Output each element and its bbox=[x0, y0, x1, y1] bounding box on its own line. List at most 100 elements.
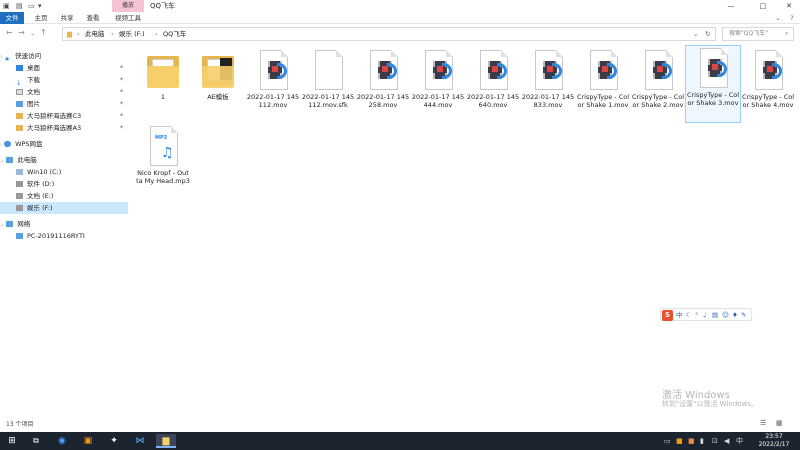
navigation-pane: › ★ 快速访问 桌面 ✦ ↓ 下载 ✦ 文档 ✦ 图片 ✦ 大马狼杯海选赛C3 ✦ 大马狼杯… bbox=[0, 48, 130, 418]
browser-icon[interactable]: ◉ bbox=[52, 434, 72, 448]
tab-view[interactable]: 查看 bbox=[82, 12, 104, 24]
keyboard-icon[interactable]: ▤ bbox=[712, 310, 718, 321]
nav-network-pc[interactable]: PC-20191116RYTI bbox=[0, 230, 128, 242]
nav-wps-cloud[interactable]: › WPS网盘 bbox=[0, 138, 128, 150]
tray-app-icon[interactable]: ■ bbox=[676, 435, 683, 447]
tools-icon[interactable]: ✎ bbox=[741, 310, 746, 321]
quick-access-dropdown[interactable]: ▾ bbox=[38, 1, 42, 11]
search-input[interactable]: 搜索"QQ飞车" ⌕ bbox=[722, 27, 794, 41]
nav-item-documents[interactable]: 文档 ✦ bbox=[0, 86, 128, 98]
file-item[interactable]: 2022-01-17 145444.mov bbox=[411, 48, 465, 109]
file-item[interactable]: 2022-01-17 145258.mov bbox=[356, 48, 410, 109]
file-name: 2022-01-17 145833.mov bbox=[521, 93, 575, 109]
address-dropdown-icon[interactable]: ⌄ bbox=[693, 28, 698, 40]
up-icon[interactable]: ↑ bbox=[40, 28, 47, 37]
folder-icon bbox=[202, 56, 234, 88]
drive-icon bbox=[16, 181, 23, 187]
nav-quick-access[interactable]: › ★ 快速访问 bbox=[0, 50, 128, 63]
file-name: CrispyType - Color Shake 1.mov bbox=[576, 93, 630, 109]
tray-app2-icon[interactable]: ■ bbox=[688, 435, 695, 447]
nav-this-pc[interactable]: ⌄ 此电脑 bbox=[0, 154, 128, 166]
nav-item-desktop[interactable]: 桌面 ✦ bbox=[0, 62, 128, 74]
nav-item-folder-c3[interactable]: 大马狼杯海选赛C3 ✦ bbox=[0, 110, 128, 122]
cloud-icon bbox=[4, 141, 12, 147]
app-icon[interactable]: ▣ bbox=[78, 434, 98, 448]
file-explorer-taskbar-icon[interactable]: ▆ bbox=[156, 434, 176, 448]
file-name: 2022-01-17 145444.mov bbox=[411, 93, 465, 109]
sogou-logo[interactable]: S bbox=[662, 310, 673, 321]
back-icon[interactable]: ← bbox=[6, 28, 13, 37]
mic-icon[interactable]: ♩ bbox=[703, 310, 706, 321]
breadcrumb-qqfeiche[interactable]: QQ飞车 bbox=[163, 28, 186, 40]
video-file-icon bbox=[700, 48, 728, 88]
video-file-icon bbox=[535, 50, 563, 90]
recent-locations-icon[interactable]: ⌄ bbox=[30, 30, 35, 37]
tray-keyboard-icon[interactable]: ▭ bbox=[664, 435, 671, 447]
title-bar: ▣ ▤ ▭ ▾ 播放 QQ飞车 — □ ✕ bbox=[0, 0, 800, 12]
file-item[interactable]: 2022-01-17 145833.mov bbox=[521, 48, 575, 109]
skin-icon[interactable]: ♦ bbox=[732, 310, 738, 321]
nav-drive-f[interactable]: 娱乐 (F:) bbox=[0, 202, 128, 214]
help-icon[interactable]: ? bbox=[786, 12, 798, 24]
file-item[interactable]: CrispyType - Color Shake 2.mov bbox=[631, 48, 685, 109]
task-view-icon[interactable]: ⧉ bbox=[26, 434, 46, 448]
user-icon[interactable]: ☺ bbox=[722, 310, 729, 321]
file-item[interactable]: 2022-01-17 145640.mov bbox=[466, 48, 520, 109]
address-field[interactable]: ▆ › 此电脑 › 娱乐 (F:) › QQ飞车 ⌄ ↻ bbox=[62, 27, 716, 41]
ribbon-expand-icon[interactable]: ⌄ bbox=[772, 12, 784, 24]
refresh-icon[interactable]: ↻ bbox=[705, 28, 710, 40]
file-item-selected[interactable]: CrispyType - Color Shake 3.mov bbox=[685, 45, 741, 123]
nav-drive-e[interactable]: 文档 (E:) bbox=[0, 190, 128, 202]
nav-drive-d[interactable]: 软件 (D:) bbox=[0, 178, 128, 190]
tray-language[interactable]: 中 bbox=[736, 435, 743, 447]
maximize-button[interactable]: □ bbox=[752, 0, 774, 12]
taskbar-clock[interactable]: 23:57 2022/2/17 bbox=[750, 433, 798, 449]
forward-icon[interactable]: → bbox=[18, 28, 25, 37]
moon-icon[interactable]: ☾ bbox=[686, 310, 692, 321]
video-file-icon bbox=[260, 50, 288, 90]
tab-share[interactable]: 共享 bbox=[56, 12, 78, 24]
file-item[interactable]: 2022-01-17 145112.mov bbox=[246, 48, 300, 109]
nav-item-folder-a3[interactable]: 大马狼杯海选赛A3 ✦ bbox=[0, 122, 128, 134]
clock-date: 2022/2/17 bbox=[758, 441, 790, 448]
file-item[interactable]: AE模板 bbox=[191, 48, 245, 101]
tray-volume-icon[interactable]: ◀ bbox=[724, 435, 729, 447]
file-item[interactable]: CrispyType - Color Shake 1.mov bbox=[576, 48, 630, 109]
video-file-icon bbox=[590, 50, 618, 90]
details-view-icon[interactable]: ☰ bbox=[760, 419, 766, 427]
file-item[interactable]: CrispyType - Color Shake 4.mov bbox=[741, 48, 795, 109]
context-tab-play[interactable]: 播放 bbox=[112, 0, 144, 12]
ime-toolbar: S 中 ☾ ° ♩ ▤ ☺ ♦ ✎ bbox=[660, 308, 752, 321]
game-icon[interactable]: ✦ bbox=[104, 434, 124, 448]
nav-item-downloads[interactable]: ↓ 下载 ✦ bbox=[0, 74, 128, 87]
tab-file[interactable]: 文件 bbox=[0, 12, 24, 24]
address-bar-row: ← → ⌄ ↑ ▆ › 此电脑 › 娱乐 (F:) › QQ飞车 ⌄ ↻ 搜索"… bbox=[0, 24, 800, 44]
nav-drive-c[interactable]: Win10 (C:) bbox=[0, 166, 128, 178]
tab-home[interactable]: 主页 bbox=[30, 12, 52, 24]
explorer-app-icon: ▣ bbox=[3, 2, 10, 10]
status-item-count: 13 个项目 bbox=[6, 421, 34, 428]
ime-mode[interactable]: 中 bbox=[676, 310, 683, 321]
file-name: CrispyType - Color Shake 3.mov bbox=[686, 91, 740, 107]
file-item[interactable]: MP3 ♫ Nico Kropf - Outta My Head.mp3 bbox=[136, 124, 190, 185]
nav-item-pictures[interactable]: 图片 ✦ bbox=[0, 98, 128, 110]
computer-icon bbox=[6, 157, 14, 163]
file-item[interactable]: 1 bbox=[136, 48, 190, 101]
tab-video-tools[interactable]: 视频工具 bbox=[112, 12, 144, 24]
start-icon[interactable]: ⊞ bbox=[2, 434, 22, 448]
nav-network[interactable]: ⌄ 网络 bbox=[0, 218, 128, 230]
punctuation-icon[interactable]: ° bbox=[695, 310, 698, 321]
window-title: QQ飞车 bbox=[150, 2, 176, 10]
properties-icon[interactable]: ▤ bbox=[16, 1, 23, 11]
video-file-icon bbox=[645, 50, 673, 90]
large-icons-view-icon[interactable]: ▦ bbox=[776, 419, 783, 427]
file-item[interactable]: 2022-01-17 145112.mov.sfk bbox=[301, 48, 355, 109]
breadcrumb-this-pc[interactable]: 此电脑 bbox=[85, 28, 105, 40]
new-folder-icon[interactable]: ▭ bbox=[28, 1, 35, 11]
tray-battery-icon[interactable]: ▮ bbox=[700, 435, 704, 447]
close-button[interactable]: ✕ bbox=[778, 0, 800, 12]
tray-network-icon[interactable]: ⊡ bbox=[712, 435, 718, 447]
minimize-button[interactable]: — bbox=[720, 0, 742, 12]
editor-icon[interactable]: ⋈ bbox=[130, 434, 150, 448]
breadcrumb-drive-f[interactable]: 娱乐 (F:) bbox=[119, 28, 145, 40]
